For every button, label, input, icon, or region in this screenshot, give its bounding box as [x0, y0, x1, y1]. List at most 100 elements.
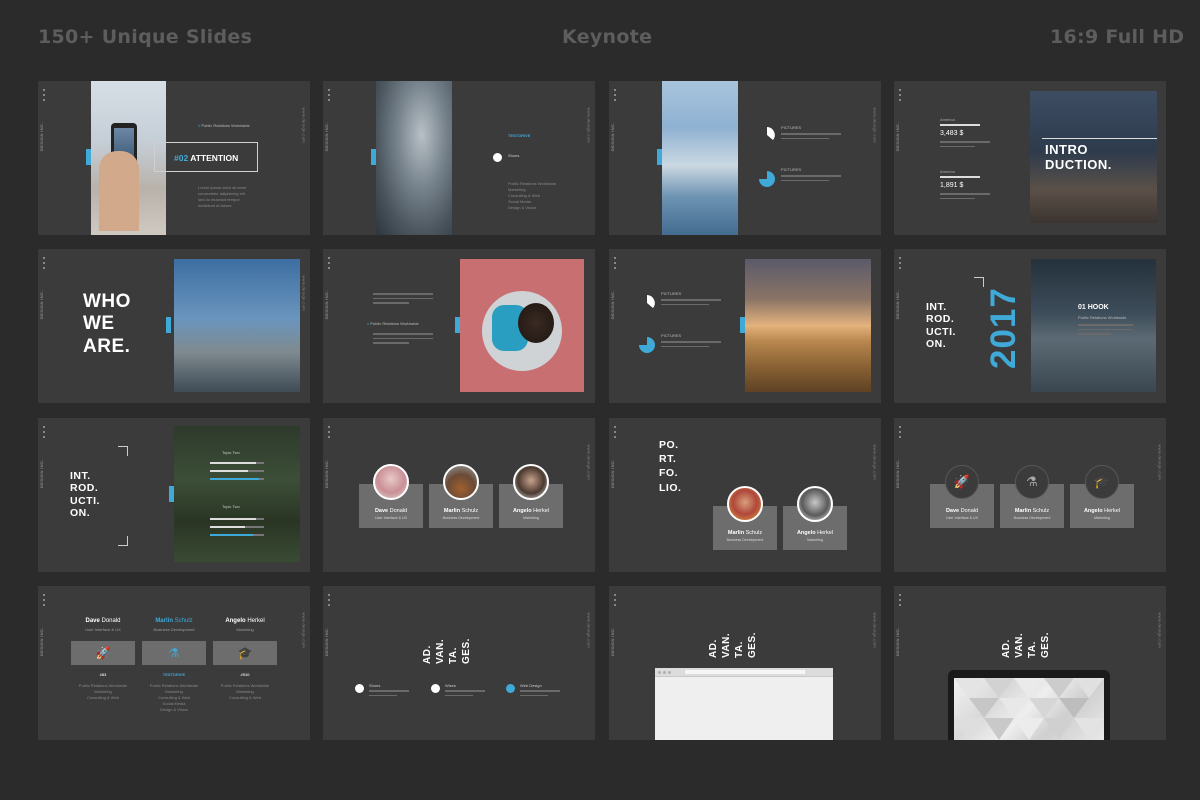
beans-shape: [518, 303, 554, 343]
photo-clouds: [376, 81, 452, 235]
brand-label: DESIGN INC.: [895, 290, 900, 319]
pictures-label-2: PICTURES: [781, 167, 802, 172]
text-lines: [373, 293, 433, 307]
hook-subtitle: Public Relations Worldwide: [1078, 315, 1127, 320]
text-lines: [520, 690, 560, 699]
progress-bar: [210, 526, 264, 528]
member-role: User Interface & UX: [375, 516, 407, 520]
slide-thumbnail-1[interactable]: DESIGN INC. // Public Relations Worldwid…: [38, 81, 310, 235]
progress-bar: [210, 470, 264, 472]
slide-thumbnail-2[interactable]: DESIGN INC. TESTDRIVE Shoes Public Relat…: [323, 81, 595, 235]
menu-dots-icon: [43, 89, 45, 104]
row1-label: America: [940, 117, 955, 122]
slide-thumbnail-10[interactable]: DESIGN INC. Dave Donald User Interface &…: [323, 418, 595, 572]
slide-thumbnail-12[interactable]: DESIGN INC. Dave Donald User Interface &…: [894, 418, 1166, 572]
brand-label: DESIGN INC.: [895, 122, 900, 151]
side-url: www.design.com: [587, 107, 592, 143]
text-lines: [661, 341, 721, 350]
photo-skyline: [174, 259, 300, 392]
pictures-label-1: PICTURES: [781, 125, 802, 130]
brand-label: DESIGN INC.: [39, 122, 44, 151]
row1-bar: [940, 124, 980, 126]
progress-bar: [210, 518, 264, 520]
slide-subtitle: // Public Relations Worldwide: [367, 321, 419, 326]
member-name: Angelo Herkel: [225, 618, 265, 624]
advantages-title: AD. VAN. TA. GES.: [422, 638, 472, 664]
member-role: Business Development: [153, 627, 195, 632]
menu-dots-icon: [614, 594, 616, 609]
topic-label-1: Topic Two: [222, 450, 240, 455]
menu-dots-icon: [328, 594, 330, 609]
member-role: Marketing: [523, 516, 539, 520]
slide-thumbnail-3[interactable]: DESIGN INC. PICTURES PICTURES www.design…: [609, 81, 881, 235]
pie-chart-icon: [759, 171, 775, 187]
header-center: Keynote: [562, 26, 653, 48]
text-lines: [445, 690, 485, 699]
item-list: Public Relations Worldwide Marketing Consu…: [508, 181, 557, 210]
member-role: Business Development: [442, 516, 480, 520]
bracket-corner-bottom: [118, 536, 128, 546]
slide-thumbnail-4[interactable]: DESIGN INC. America 3,483 $ America 1,89…: [894, 81, 1166, 235]
brand-label: DESIGN INC.: [895, 459, 900, 488]
pie-chart-icon: [639, 337, 655, 353]
member-role: Marketing: [1094, 516, 1110, 520]
brand-label: DESIGN INC.: [39, 459, 44, 488]
slide-thumbnail-11[interactable]: DESIGN INC. PO. RT. FO. LIO. Marlin Schulz …: [609, 418, 881, 572]
slide-thumbnail-5[interactable]: DESIGN INC. WHO WE ARE. www.design.com: [38, 249, 310, 403]
slide-thumbnail-8[interactable]: DESIGN INC. INT. ROD. UCTI. ON. 2017 01 HOO…: [894, 249, 1166, 403]
brand-label: DESIGN INC.: [610, 627, 615, 656]
advantages-title: AD. VAN. TA. GES.: [1001, 632, 1051, 658]
rocket-icon: 🚀: [95, 646, 111, 660]
brand-label: DESIGN INC.: [324, 459, 329, 488]
member-number: #510: [240, 672, 250, 677]
slide-thumbnail-15[interactable]: DESIGN INC. AD. VAN. TA. GES. www.design.co…: [609, 586, 881, 740]
menu-dots-icon: [328, 426, 330, 441]
menu-dots-icon: [328, 89, 330, 104]
side-url: www.design.com: [302, 612, 307, 648]
slide-thumbnail-9[interactable]: DESIGN INC. INT. ROD. UCTI. ON. Topic Two T…: [38, 418, 310, 572]
laptop-screen: [954, 678, 1104, 740]
slide-thumbnail-7[interactable]: DESIGN INC. PICTURES PICTURES: [609, 249, 881, 403]
menu-dots-icon: [328, 257, 330, 272]
pie-chart-icon: [767, 127, 775, 140]
slide-thumbnail-14[interactable]: DESIGN INC. AD. VAN. TA. GES. Shoes Wises W…: [323, 586, 595, 740]
slide-thumbnail-13[interactable]: DESIGN INC. Dave Donald User Interface &…: [38, 586, 310, 740]
side-url: www.design.com: [1158, 612, 1163, 648]
member-role: Business Development: [1013, 516, 1051, 520]
bullet-dot-icon: [506, 684, 515, 693]
row2-bar: [940, 176, 980, 178]
side-url: www.design.com: [302, 107, 307, 143]
bullet-dot-icon: [493, 153, 502, 162]
brand-label: DESIGN INC.: [324, 290, 329, 319]
photo-sunset-field: [745, 259, 871, 392]
menu-dots-icon: [899, 89, 901, 104]
side-url: www.design.com: [587, 612, 592, 648]
attention-title: #02 ATTENTION: [174, 153, 239, 163]
header-right: 16:9 Full HD: [1050, 26, 1185, 48]
portfolio-title: PO. RT. FO. LIO.: [659, 439, 682, 494]
avatar: [443, 464, 479, 500]
member-items: Public Relations Worldwide Marketing Consu…: [149, 683, 199, 712]
menu-dots-icon: [899, 594, 901, 609]
avatar: [513, 464, 549, 500]
body-text: Lorem ipsum dolor sit amet consectetur ad…: [198, 185, 247, 208]
member-name: Dave Donald: [945, 508, 979, 514]
slide-thumbnail-6[interactable]: DESIGN INC. // Public Relations Worldwid…: [323, 249, 595, 403]
side-url: www.design.com: [1158, 444, 1163, 480]
brand-label: DESIGN INC.: [610, 459, 615, 488]
test-tube-icon: ⚗: [168, 646, 180, 660]
pictures-label-2: PICTURES: [661, 333, 682, 338]
text-lines: [661, 299, 721, 308]
pie-chart-icon: [647, 295, 655, 308]
side-url: www.design.com: [587, 444, 592, 480]
slide-thumbnail-16[interactable]: DESIGN INC. AD. VAN. TA. GES. www.design.co…: [894, 586, 1166, 740]
brand-label: DESIGN INC.: [895, 627, 900, 656]
intro-title: INTRO DUCTION.: [1045, 142, 1112, 173]
progress-bar: [210, 478, 264, 480]
menu-dots-icon: [614, 257, 616, 272]
hand-shape: [99, 151, 139, 231]
accent-tab: [166, 317, 171, 333]
member-name: Marlin Schulz: [443, 508, 479, 514]
member-name: Marlin Schulz: [155, 618, 193, 624]
brand-label: DESIGN INC.: [610, 290, 615, 319]
